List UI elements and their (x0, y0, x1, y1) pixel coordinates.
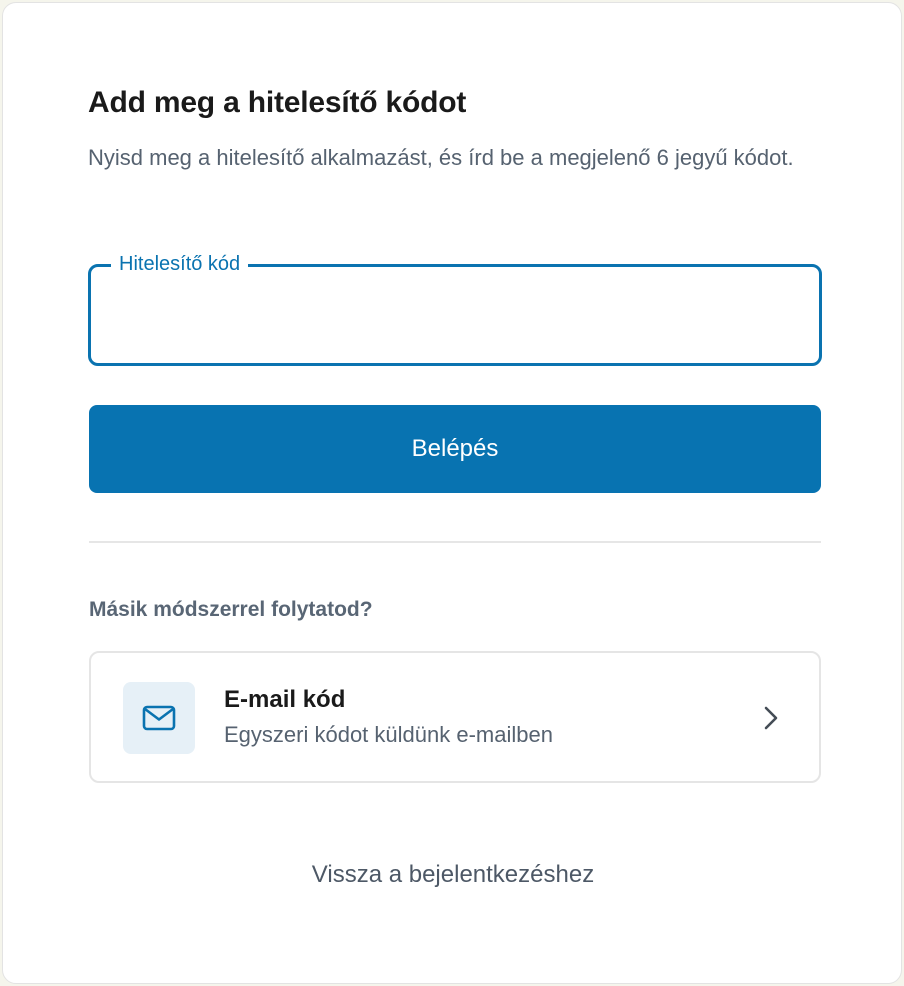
auth-code-field[interactable]: Hitelesítő kód (88, 252, 822, 366)
mail-icon (123, 682, 195, 754)
other-methods-heading: Másik módszerrel folytatod? (89, 598, 373, 621)
auth-code-label: Hitelesítő kód (111, 252, 249, 276)
email-code-title: E-mail kód (224, 686, 346, 713)
back-to-login-link[interactable]: Vissza a bejelentkezéshez (3, 858, 903, 892)
login-button[interactable]: Belépés (89, 405, 821, 493)
verification-card: Add meg a hitelesítő kódot Nyisd meg a h… (2, 2, 902, 984)
auth-code-input[interactable] (109, 289, 799, 339)
email-code-option[interactable]: E-mail kód Egyszeri kódot küldünk e-mail… (89, 651, 821, 783)
page-title: Add meg a hitelesítő kódot (88, 86, 467, 119)
email-code-description: Egyszeri kódot küldünk e-mailben (224, 722, 553, 747)
page-subtitle: Nyisd meg a hitelesítő alkalmazást, és í… (88, 145, 794, 170)
divider (89, 541, 821, 543)
chevron-right-icon (764, 706, 778, 730)
